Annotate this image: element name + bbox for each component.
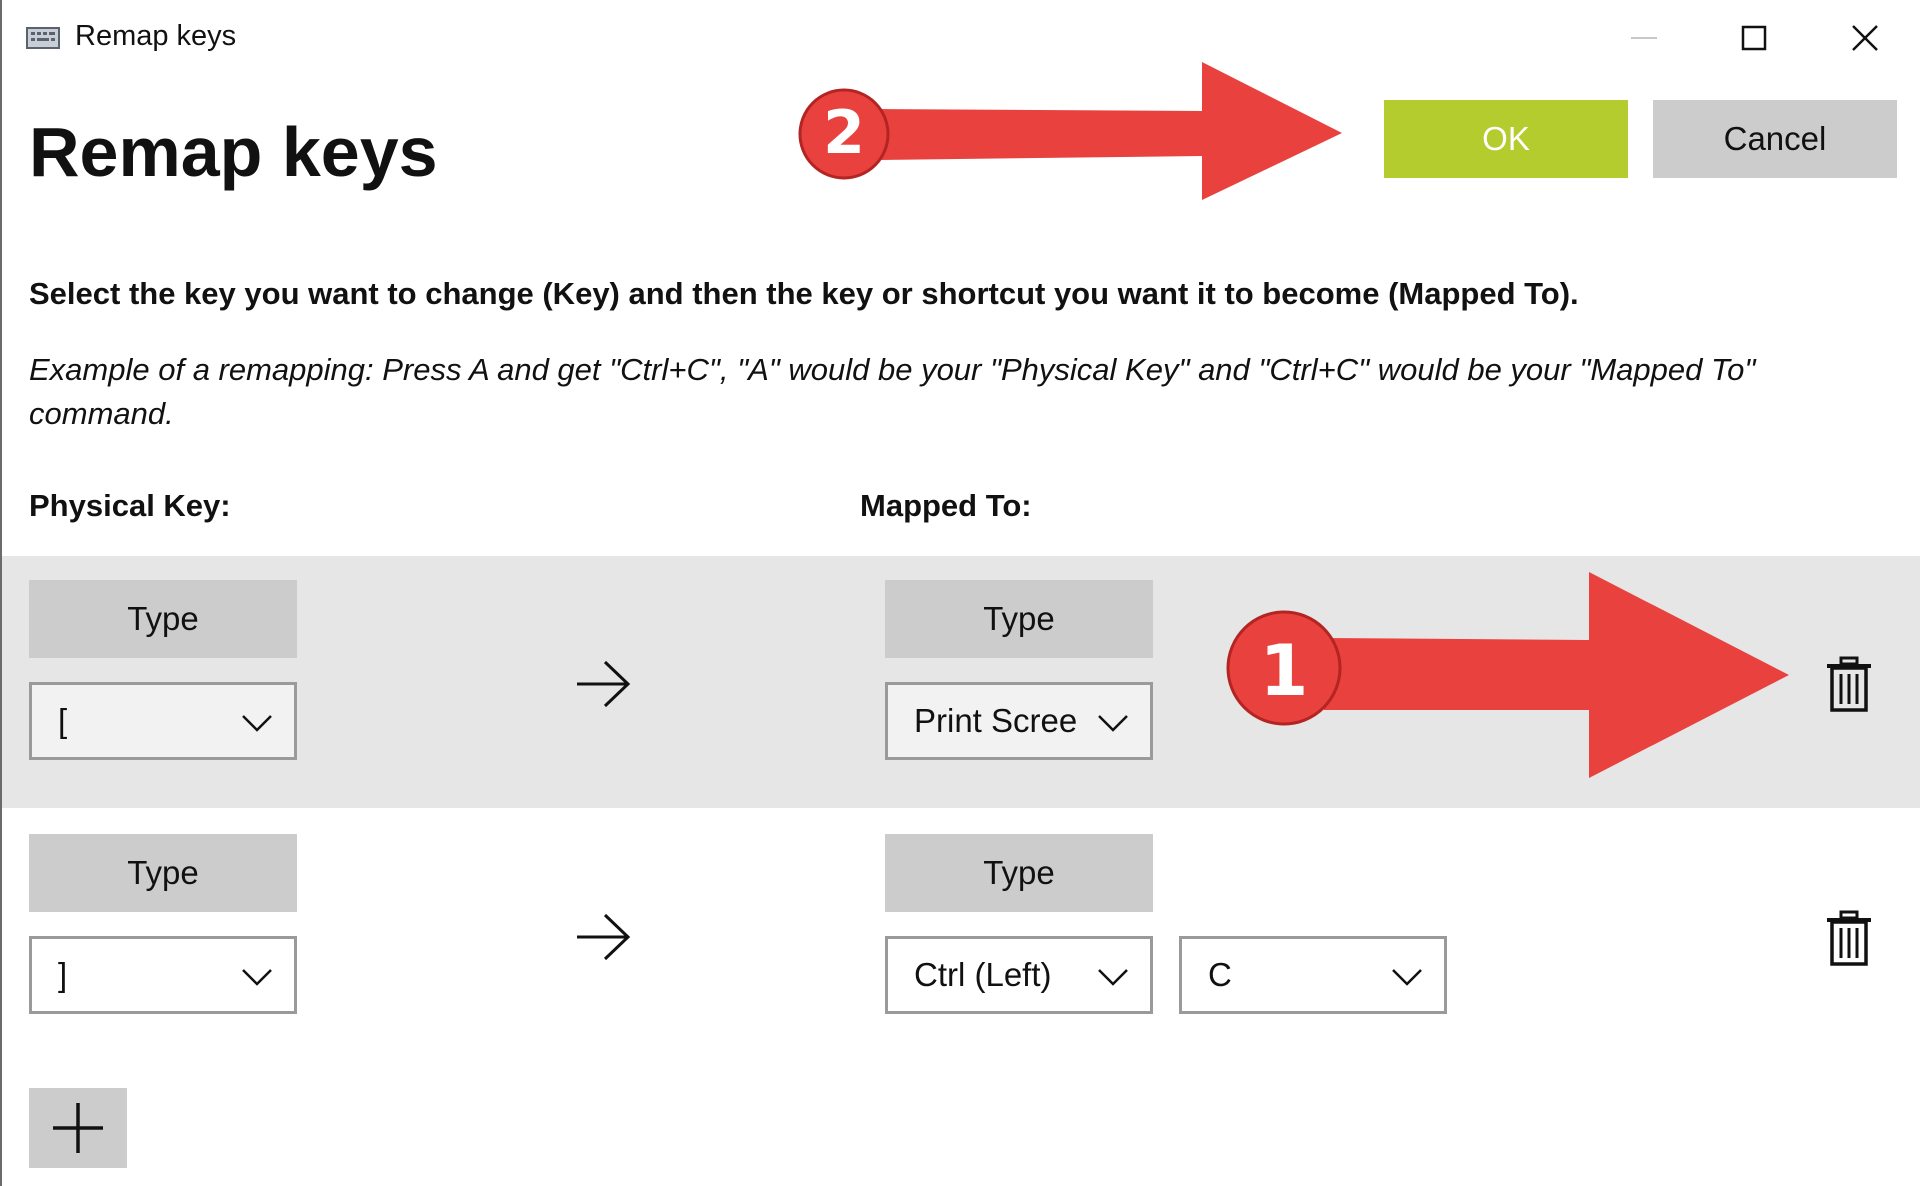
mapped-key-value-2a: Ctrl (Left) — [914, 956, 1052, 993]
maximize-button[interactable] — [1709, 10, 1799, 66]
plus-icon — [53, 1103, 103, 1153]
mapped-key-dropdown-2b[interactable]: C — [1179, 936, 1447, 1014]
cancel-button[interactable]: Cancel — [1653, 100, 1897, 178]
ok-button[interactable]: OK — [1384, 100, 1628, 178]
trash-icon[interactable] — [1825, 656, 1873, 712]
mapped-type-button-2[interactable]: Type — [885, 834, 1153, 912]
minimize-icon — [1631, 37, 1657, 39]
chevron-down-icon — [242, 715, 272, 732]
mapped-key-dropdown-1[interactable]: Print Scree — [885, 682, 1153, 760]
example-line-1: Example of a remapping: Press A and get … — [29, 352, 1756, 387]
annotation-badge-1: 1 — [1259, 630, 1309, 712]
example-line-2: command. — [29, 396, 174, 431]
physical-key-dropdown-2[interactable]: ] — [29, 936, 297, 1014]
chevron-down-icon — [1098, 969, 1128, 986]
page-title: Remap keys — [29, 113, 438, 191]
minimize-button[interactable] — [1599, 10, 1689, 66]
chevron-down-icon — [242, 969, 272, 986]
mapped-key-dropdown-2a[interactable]: Ctrl (Left) — [885, 936, 1153, 1014]
example-text: Example of a remapping: Press A and get … — [29, 348, 1909, 436]
mapped-key-value-1: Print Scree — [914, 702, 1078, 739]
close-button[interactable] — [1820, 10, 1910, 66]
mapped-to-header: Mapped To: — [860, 488, 1032, 523]
annotation-badge-2: 2 — [823, 98, 865, 168]
mapped-type-button-1[interactable]: Type — [885, 580, 1153, 658]
physical-key-dropdown-1[interactable]: [ — [29, 682, 297, 760]
remap-keys-window: Remap keys Remap keys OK Cancel Select t… — [0, 0, 1920, 1186]
keyboard-icon — [26, 27, 60, 49]
trash-icon[interactable] — [1825, 910, 1873, 966]
physical-key-header: Physical Key: — [29, 488, 231, 523]
instructions-text: Select the key you want to change (Key) … — [29, 276, 1579, 311]
add-mapping-button[interactable] — [29, 1088, 127, 1168]
chevron-down-icon — [1392, 969, 1422, 986]
physical-key-value-1: [ — [58, 702, 68, 739]
arrow-right-icon — [577, 913, 631, 961]
window-title: Remap keys — [75, 20, 237, 52]
close-icon — [1852, 25, 1878, 51]
maximize-icon — [1741, 25, 1767, 51]
physical-key-value-2: ] — [58, 956, 68, 993]
mapped-key-value-2b: C — [1208, 956, 1232, 993]
physical-type-button-2[interactable]: Type — [29, 834, 297, 912]
chevron-down-icon — [1098, 715, 1128, 732]
arrow-right-icon — [577, 660, 631, 708]
physical-type-button-1[interactable]: Type — [29, 580, 297, 658]
